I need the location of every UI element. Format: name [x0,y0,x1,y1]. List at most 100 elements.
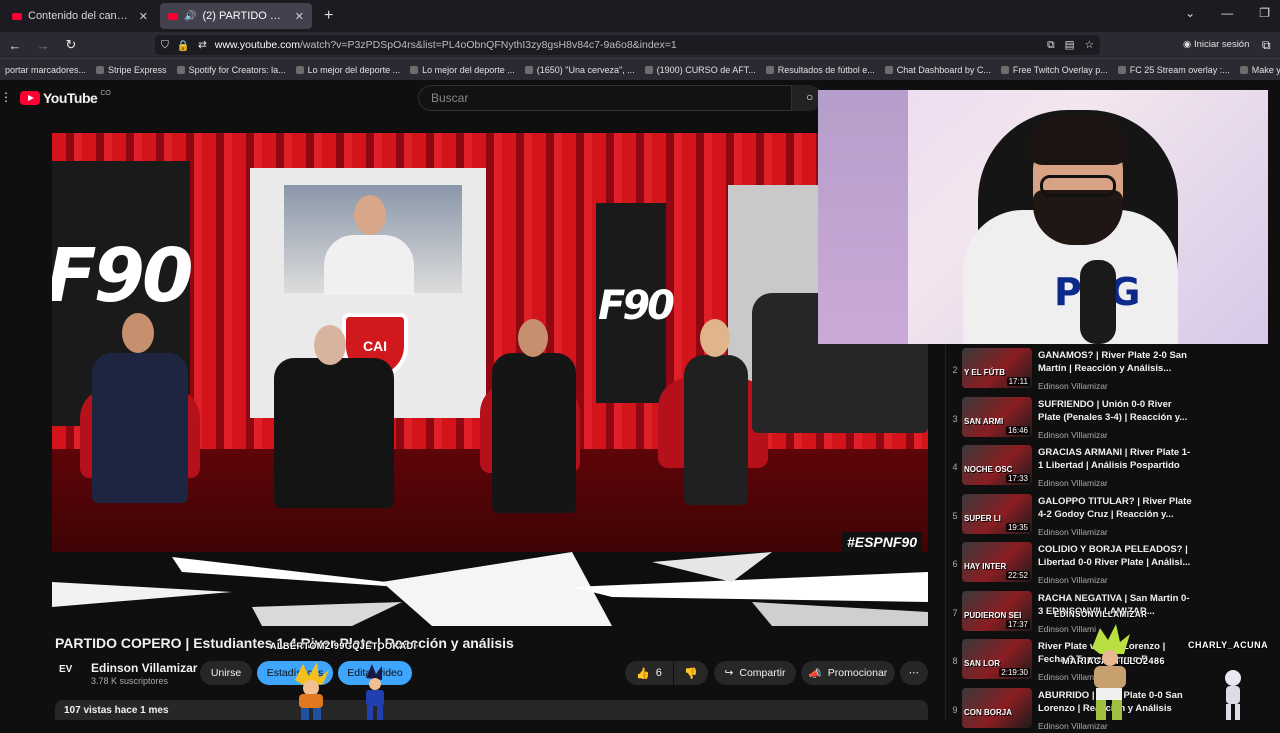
playlist-video-title[interactable]: GALOPPO TITULAR? | River Plate 4-2 Godoy… [1038,495,1192,521]
video-thumbnail[interactable]: HAY INTER 22:52 [962,542,1032,582]
bookmark-star-icon[interactable]: ☆ [1085,39,1094,52]
bookmark-item[interactable]: (1650) "Una cerveza", ... [520,65,640,75]
video-thumbnail[interactable]: Y EL FÚTB 17:11 [962,348,1032,388]
bookmark-label: portar marcadores... [5,64,87,75]
close-tab-icon[interactable]: ✕ [139,10,148,23]
playlist-item[interactable]: 4 NOCHE OSC 17:33 GRACIAS ARMANI | River Pl… [946,442,1226,490]
playlist-index: 4 [952,462,958,472]
promote-button[interactable]: 📣 Promocionar [801,661,895,685]
bookmark-item[interactable]: Make your own poster... [1235,65,1280,75]
tab-label: Contenido del canal - YouTube [28,10,133,22]
bookmark-item[interactable]: Chat Dashboard by C... [880,65,996,75]
bookmark-item[interactable]: Lo mejor del deporte ... [405,65,520,75]
video-duration: 17:11 [1006,377,1030,386]
bookmark-label: (1900) CURSO de AFT... [656,64,756,75]
video-duration: 17:33 [1005,474,1030,483]
video-thumbnail[interactable]: SAN ARMI 16:46 [962,396,1032,437]
channel-name[interactable]: Edinson Villamizar [91,661,197,675]
join-button[interactable]: Unirse [200,661,252,685]
bookmark-item[interactable]: Resultados de fútbol e... [761,65,880,75]
video-thumbnail[interactable]: CON BORJA [962,687,1032,728]
tab-video[interactable]: 🔊 (2) PARTIDO COPERO | Estu ✕ [160,3,312,29]
playlist-item[interactable]: 6 HAY INTER 22:52 COLIDIO Y BORJA PELEADOS?… [946,539,1226,587]
search-input[interactable]: Buscar [418,85,792,111]
lock-icon[interactable]: 🔒 [177,39,190,52]
bookmark-item[interactable]: Stripe Express [91,65,172,75]
video-duration: 19:35 [1005,522,1030,532]
sign-in-button[interactable]: ◉ Iniciar sesión [1183,39,1249,50]
panelist-1-head [122,313,154,353]
forward-icon[interactable]: → [30,38,56,53]
more-actions-button[interactable]: ⋯ [900,661,928,685]
playlist-video-title[interactable]: COLIDIO Y BORJA PELEADOS? | Libertad 0-0… [1038,543,1192,569]
tab-channel-content[interactable]: Contenido del canal - YouTube ✕ [4,3,156,29]
playlist-channel-name: Edinson Villamizar [1038,381,1108,391]
bookmark-item[interactable]: (1900) CURSO de AFT... [640,65,761,75]
video-player[interactable]: F90 CAI F90 #ESPNF90 [52,133,928,626]
playlist-channel-name: Edinson Villamizar [1038,429,1108,440]
panelist-2-head [314,325,346,365]
bookmark-label: Resultados de fútbol e... [777,64,875,75]
panelist-3 [492,353,576,513]
thumbnail-text: PUDIERON SEI [964,610,1022,620]
menu-icon[interactable]: ⋮ [0,90,12,104]
youtube-logo[interactable]: YouTube CO [20,90,111,106]
video-thumbnail[interactable]: PUDIERON SEI 17:37 [962,590,1032,631]
bookmark-item[interactable]: Spotify for Creators: la... [172,65,291,75]
chat-overlay-user: CHARLY_ACUNA [1188,640,1269,650]
close-tab-icon[interactable]: ✕ [295,10,304,23]
reload-icon[interactable]: ↻ [58,37,84,53]
video-thumbnail[interactable]: NOCHE OSC 17:33 [962,445,1032,485]
bookmark-item[interactable]: FC 25 Stream overlay :... [1113,65,1235,75]
playlist-video-title[interactable]: GANAMOS? | River Plate 2-0 San Martín | … [1038,349,1192,375]
tab-list-icon[interactable]: ⌄ [1185,6,1195,20]
frieza-sprite-icon [1225,670,1241,720]
browser-tab-bar: Contenido del canal - YouTube ✕ 🔊 (2) PA… [0,0,1280,32]
navigation-toolbar: ← → ↻ ⛉ 🔒 ⇄ www.youtube.com/watch?v=P3zP… [0,32,1280,58]
playlist-video-title[interactable]: GRACIAS ARMANI | River Plate 1-1 Liberta… [1038,446,1192,472]
picture-in-picture-icon[interactable]: ⧉ [1047,39,1055,52]
reader-view-icon[interactable]: ▤ [1065,39,1075,52]
playlist-channel-name: Edinson Villamizar [1038,478,1108,488]
bookmark-favicon-icon [1000,65,1009,74]
bookmark-label: Make your own poster... [1251,64,1280,75]
hashtag-badge: #ESPNF90 [841,532,922,552]
playlist-item[interactable]: 2Y EL FÚTB 17:11 GANAMOS? | River Plate 2-… [946,345,1226,393]
back-icon[interactable]: ← [2,38,28,53]
like-button[interactable]: 👍 6 [625,661,673,685]
logo-text: YouTube [43,90,98,106]
panelist-4 [684,355,748,505]
share-button[interactable]: ↪ Compartir [714,661,796,685]
playlist-index: 5 [952,510,958,521]
extensions-icon[interactable]: ⧉ [1262,38,1271,53]
coach-photo [284,185,462,295]
bookmark-favicon-icon [1239,65,1248,74]
video-duration: 2:19:30 [999,668,1030,677]
webcam-overlay: PSG [818,90,1268,344]
video-thumbnail[interactable]: SUPER LI 19:35 [962,493,1032,534]
thumbs-down-icon: 👎 [684,667,698,680]
dislike-button[interactable]: 👎 [674,661,708,685]
description-box[interactable]: 107 vistas hace 1 mes [55,700,928,720]
address-bar[interactable]: ⛉ 🔒 ⇄ www.youtube.com/watch?v=P3zPDSpO4r… [155,35,1100,55]
youtube-favicon-icon [168,12,178,20]
maximize-icon[interactable]: ❐ [1259,6,1270,20]
share-label: Compartir [739,667,786,679]
playlist-item[interactable]: 5 SUPER LI 19:35 GALOPPO TITULAR? | River P… [946,491,1226,539]
bookmark-item[interactable]: Lo mejor del deporte ... [291,65,406,75]
bookmark-item[interactable]: portar marcadores... [0,65,91,75]
thumbnail-text: SUPER LI [964,513,1001,523]
bookmark-favicon-icon [884,65,893,74]
bookmark-favicon-icon [96,65,105,74]
playlist-video-title[interactable]: SUFRIENDO | Unión 0-0 River Plate (Penal… [1038,398,1192,424]
new-tab-button[interactable]: + [324,7,333,25]
vegeta-sprite-icon [366,664,384,720]
playlist-item[interactable]: 3 SAN ARMI 16:46 SUFRIENDO | Unión 0-0 Rive… [946,394,1226,442]
speaker-icon[interactable]: 🔊 [184,11,196,22]
bookmark-item[interactable]: Free Twitch Overlay p... [996,65,1113,75]
video-thumbnail[interactable]: SAN LOR 2:19:30 [962,639,1032,679]
permissions-icon[interactable]: ⇄ [198,39,207,51]
shield-icon[interactable]: ⛉ [161,39,169,52]
minimize-icon[interactable]: — [1221,6,1233,20]
channel-avatar[interactable]: EV [59,664,81,682]
